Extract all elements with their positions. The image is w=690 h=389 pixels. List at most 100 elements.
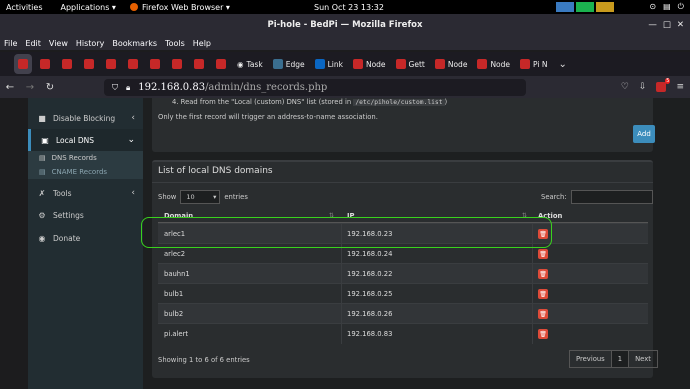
tab-pinned[interactable] <box>168 54 186 74</box>
menu-file[interactable]: File <box>4 39 17 48</box>
domain-cell: bulb2 <box>164 310 184 318</box>
add-button[interactable]: Add <box>633 125 655 143</box>
ip-cell: 192.168.0.22 <box>347 270 393 278</box>
entries-select[interactable]: 10 ▾ <box>180 190 221 204</box>
tab-task[interactable]: ◉ Task <box>234 54 266 74</box>
favicon-icon <box>128 59 138 69</box>
raspberry-icon <box>18 59 28 69</box>
ip-cell: 192.168.0.83 <box>347 330 393 338</box>
favicon-icon <box>395 59 406 69</box>
back-arrow-icon[interactable]: ← <box>0 82 20 93</box>
tab-pinned[interactable] <box>190 54 208 74</box>
extension-badge: 5 <box>665 78 671 84</box>
menu-edit[interactable]: Edit <box>25 39 41 48</box>
tab-gett[interactable]: Gett <box>393 54 428 74</box>
tab-node[interactable]: Node <box>474 54 513 74</box>
trash-icon[interactable]: 🗑︎ <box>538 269 548 279</box>
chevron-left-icon: ‹ <box>131 113 135 123</box>
reload-icon[interactable]: ↻ <box>40 82 60 93</box>
favicon-icon <box>194 59 204 69</box>
system-top-bar: Activities Applications ▾ Firefox Web Br… <box>0 0 690 14</box>
github-icon: ◉ <box>237 59 244 69</box>
minimize-button[interactable]: — <box>648 20 657 30</box>
firefox-icon <box>129 3 138 11</box>
tab-strip: ◉ Task Edge Link Node Gett Node Node Pi N… <box>0 52 690 76</box>
system-monitor-graphs <box>556 2 614 12</box>
trash-icon[interactable]: 🗑︎ <box>538 329 548 339</box>
favicon-icon <box>216 59 226 69</box>
favicon-icon <box>520 59 531 69</box>
page-1-button[interactable]: 1 <box>610 351 630 367</box>
tab-node[interactable]: Node <box>350 54 389 74</box>
tab-edge[interactable]: Edge <box>270 54 308 74</box>
clock[interactable]: Sun Oct 23 13:32 <box>314 3 384 12</box>
tab-pi[interactable]: Pi N <box>517 54 550 74</box>
stop-square-icon: ■ <box>38 113 46 123</box>
next-button[interactable]: Next <box>629 351 657 367</box>
close-button[interactable]: ✕ <box>677 20 684 30</box>
tab-pihole[interactable] <box>14 54 32 74</box>
tab-pinned[interactable] <box>212 54 230 74</box>
url-bar[interactable]: ⛉ 🔒︎ 192.168.0.83/admin/dns_records.php <box>104 79 526 96</box>
trash-icon[interactable]: 🗑︎ <box>538 309 548 319</box>
trash-icon[interactable]: 🗑︎ <box>538 249 548 259</box>
url-host: 192.168.0.83 <box>138 82 206 93</box>
tab-pinned[interactable] <box>146 54 164 74</box>
maximize-button[interactable]: □ <box>663 20 671 30</box>
list-icon: ▤ <box>39 154 46 162</box>
tab-pinned[interactable] <box>80 54 98 74</box>
domain-cell: arlec2 <box>164 250 186 258</box>
activities-button[interactable]: Activities <box>6 3 43 12</box>
trash-icon[interactable]: 🗑︎ <box>538 289 548 299</box>
pocket-icon[interactable]: ♡ <box>621 82 629 92</box>
ip-cell: 192.168.0.26 <box>347 310 393 318</box>
table-row: bauhn1 192.168.0.22 🗑︎ <box>158 263 648 284</box>
highlight-annotation <box>141 217 552 248</box>
sidebar-item-cname-records[interactable]: ▤ CNAME Records <box>28 165 143 179</box>
search-input[interactable] <box>570 190 653 204</box>
sidebar: ■ Disable Blocking ‹ ▣ Local DNS ⌄ ▤ DNS… <box>0 98 143 389</box>
menu-tools[interactable]: Tools <box>165 39 185 48</box>
download-icon[interactable]: ⇩ <box>639 82 647 92</box>
domain-cell: bulb1 <box>164 290 184 298</box>
tab-link[interactable]: Link <box>312 54 346 74</box>
sidebar-item-settings[interactable]: ⚙ Settings <box>28 204 143 226</box>
tab-pinned[interactable] <box>102 54 120 74</box>
favicon-icon <box>434 59 445 69</box>
url-path: /admin/dns_records.php <box>205 82 328 93</box>
page-length-control: Show 10 ▾ entries <box>158 190 248 204</box>
app-menu[interactable]: Firefox Web Browser ▾ <box>129 3 230 12</box>
tab-pinned[interactable] <box>124 54 142 74</box>
tab-list-chevron-icon[interactable]: ⌄ <box>558 59 566 70</box>
menu-hamburger-icon[interactable]: ≡ <box>676 82 684 92</box>
lock-icon: 🔒︎ <box>126 82 131 92</box>
tab-pinned[interactable] <box>58 54 76 74</box>
menu-help[interactable]: Help <box>193 39 211 48</box>
extension-icon[interactable]: 5 <box>656 78 671 92</box>
favicon-icon <box>40 59 50 69</box>
donate-icon: ◉ <box>38 233 46 243</box>
sidebar-item-disable-blocking[interactable]: ■ Disable Blocking ‹ <box>28 107 143 129</box>
forward-arrow-icon[interactable]: → <box>20 82 40 93</box>
volume-icon[interactable]: ▤ <box>663 2 671 12</box>
applications-menu[interactable]: Applications ▾ <box>61 3 116 12</box>
favicon-icon <box>477 59 488 69</box>
network-icon[interactable]: ⊙ <box>649 2 656 12</box>
sidebar-item-dns-records[interactable]: ▤ DNS Records <box>28 151 143 165</box>
custom-list-path: /etc/pihole/custom.list <box>353 99 445 106</box>
previous-button[interactable]: Previous <box>570 351 611 367</box>
menu-view[interactable]: View <box>49 39 68 48</box>
instructions-box: 4. Read from the "Local (custom) DNS" li… <box>152 98 655 152</box>
favicon-icon <box>106 59 116 69</box>
domain-cell: bauhn1 <box>164 270 190 278</box>
system-tray[interactable]: ⊙ ▤ ⏻ <box>649 2 684 12</box>
menu-history[interactable]: History <box>76 39 104 48</box>
sidebar-item-tools[interactable]: ✗ Tools ‹ <box>28 182 143 204</box>
tab-node[interactable]: Node <box>432 54 471 74</box>
sidebar-item-local-dns[interactable]: ▣ Local DNS ⌄ <box>28 129 143 151</box>
tab-pinned[interactable] <box>36 54 54 74</box>
shield-icon: ⛉ <box>112 82 118 92</box>
power-icon[interactable]: ⏻ <box>678 2 684 12</box>
sidebar-item-donate[interactable]: ◉ Donate <box>28 227 143 249</box>
menu-bookmarks[interactable]: Bookmarks <box>112 39 157 48</box>
